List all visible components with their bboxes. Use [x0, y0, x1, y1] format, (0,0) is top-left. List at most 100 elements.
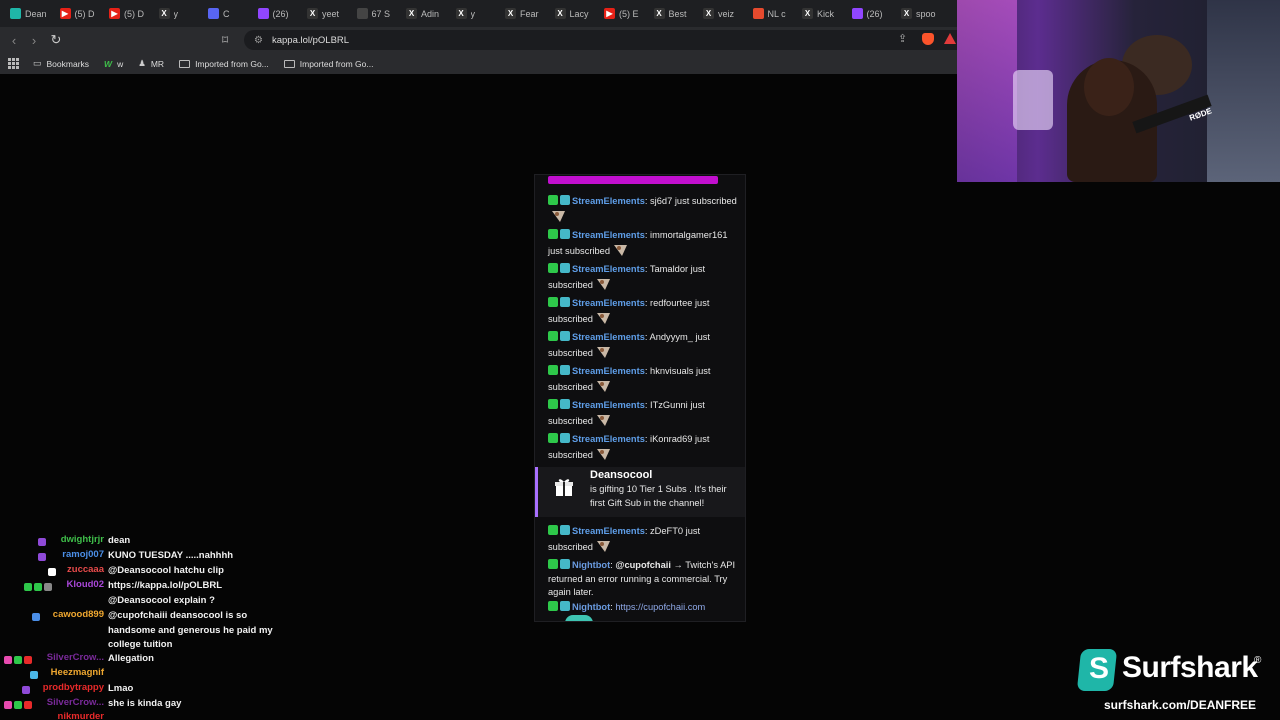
- back-icon[interactable]: ‹: [4, 30, 24, 50]
- bookmark-folder[interactable]: Imported from Go...: [283, 59, 373, 69]
- s-icon: [10, 8, 21, 19]
- browser-tab[interactable]: X Lacy: [551, 3, 601, 25]
- chat-username: ramoj007: [62, 549, 104, 560]
- chat-link[interactable]: https://cupofchaii.com: [615, 602, 705, 612]
- reload-icon[interactable]: ↻: [46, 30, 66, 50]
- chat-username[interactable]: StreamElements: [572, 434, 645, 444]
- browser-tab[interactable]: Xy: [452, 3, 502, 25]
- bookmark-icon[interactable]: ⌑: [222, 33, 228, 47]
- chat-username[interactable]: Nightbot: [572, 560, 610, 570]
- gifter-name[interactable]: Deansocool: [590, 469, 652, 481]
- tab-title: yeet: [322, 8, 340, 19]
- youtube-icon: ▶: [59, 8, 71, 19]
- chat-username[interactable]: StreamElements: [572, 366, 645, 376]
- browser-tab[interactable]: ▶ (5) D: [105, 3, 155, 25]
- chat-username[interactable]: StreamElements: [572, 400, 645, 410]
- chat-mention[interactable]: @cupofchaii: [615, 560, 671, 570]
- chat-username[interactable]: StreamElements: [572, 230, 645, 240]
- browser-tab[interactable]: (26): [848, 3, 898, 25]
- folder-icon: [283, 59, 295, 68]
- chat-username: dwightjrjr: [60, 534, 104, 545]
- browser-tab[interactable]: ▶ (5) E: [600, 3, 650, 25]
- chat-username[interactable]: StreamElements: [572, 526, 645, 536]
- bookmark-item[interactable]: ▭ Bookmarks: [33, 58, 89, 69]
- apps-grid-icon[interactable]: [8, 58, 19, 69]
- chat-username[interactable]: StreamElements: [572, 264, 645, 274]
- discord-icon: [208, 8, 219, 19]
- tab-title: (5) D: [124, 8, 144, 19]
- x-icon: X: [901, 8, 912, 19]
- webcam-lamp: [1013, 70, 1053, 130]
- verified-badge-icon: [548, 601, 558, 611]
- bot-badge-icon: [560, 559, 570, 569]
- chat-username[interactable]: StreamElements: [572, 196, 645, 206]
- youtube-icon: ▶: [109, 8, 120, 19]
- tab-title: 67 S: [371, 8, 391, 19]
- browser-tab[interactable]: X Adin: [402, 3, 452, 25]
- browser-toolbar: ‹ › ↻ ⌑ ⚙ kappa.lol/pOLBRL: [0, 27, 958, 53]
- site-settings-icon[interactable]: ⚙: [254, 35, 263, 46]
- share-icon[interactable]: ⇪: [898, 32, 907, 45]
- chat-text: @Deansocool explain ?: [108, 595, 215, 606]
- bot-badge-icon: [560, 195, 570, 205]
- youtube-icon: ▶: [604, 8, 615, 19]
- browser-tab[interactable]: NL c: [749, 3, 799, 25]
- address-bar[interactable]: ⚙ kappa.lol/pOLBRL: [244, 30, 958, 50]
- bot-badge-icon: [560, 229, 570, 239]
- x-icon: X: [554, 8, 566, 19]
- browser-tab[interactable]: Xveiz: [699, 3, 749, 25]
- tab-title: NL c: [767, 8, 786, 19]
- browser-tab[interactable]: ▶ (5) D: [56, 3, 106, 25]
- x-icon: X: [703, 8, 714, 19]
- chat-text: @Deansocool hatchu clip: [108, 565, 224, 576]
- browser-tab[interactable]: C: [204, 3, 254, 25]
- tab-title: (26): [866, 8, 883, 19]
- verified-badge-icon: [548, 399, 558, 409]
- verified-badge-icon: [548, 195, 558, 205]
- browser-tab[interactable]: X Best: [650, 3, 700, 25]
- brave-shield-icon[interactable]: [922, 33, 934, 45]
- hype-bar: [548, 176, 718, 184]
- brave-rewards-icon[interactable]: [944, 33, 956, 44]
- forward-icon[interactable]: ›: [24, 30, 44, 50]
- bookmark-item[interactable]: ♟ MR: [138, 58, 164, 69]
- chat-message: Nightbot: @cupofchaii → Twitch's API ret…: [548, 559, 736, 598]
- chat-username[interactable]: StreamElements: [572, 332, 645, 342]
- scroll-indicator[interactable]: [565, 615, 593, 621]
- bot-badge-icon: [560, 263, 570, 273]
- twitch-icon: [257, 8, 269, 19]
- chat-username[interactable]: StreamElements: [572, 298, 645, 308]
- browser-tab[interactable]: Xyeet: [303, 3, 353, 25]
- tab-title: Kick: [817, 8, 835, 19]
- sponsor-name: Surfshark: [1122, 651, 1258, 684]
- emote-icon: [614, 244, 628, 256]
- folder-icon: [179, 59, 191, 68]
- browser-tab[interactable]: X Fear: [501, 3, 551, 25]
- tab-title: Dean: [25, 8, 47, 19]
- browser-tab[interactable]: 67 S: [353, 3, 403, 25]
- chat-popup[interactable]: Deansocool is gifting 10 Tier 1 Subs . I…: [534, 174, 746, 622]
- chat-message: StreamElements: zDeFT0 just subscribed: [548, 525, 701, 552]
- browser-tab[interactable]: X Kick: [798, 3, 848, 25]
- browser-tab[interactable]: Xspoo: [897, 3, 947, 25]
- browser-tab[interactable]: Dean: [6, 3, 56, 25]
- chat-username[interactable]: Nightbot: [572, 602, 610, 612]
- bookmark-folder[interactable]: Imported from Go...: [179, 59, 269, 69]
- gift-sub-notice: Deansocool is gifting 10 Tier 1 Subs . I…: [535, 467, 745, 517]
- emote-icon: [596, 448, 610, 460]
- chat-text: https://kappa.lol/pOLBRL: [108, 580, 222, 591]
- bookmarks-bar: ▭ Bookmarks Ww ♟ MR Imported from Go... Im…: [0, 53, 958, 74]
- emote-icon: [596, 278, 610, 290]
- chat-message: Nightbot: https://cupofchaii.com: [548, 601, 740, 615]
- tab-title: y: [173, 8, 179, 19]
- x-icon: X: [455, 8, 467, 19]
- bookmark-item[interactable]: Ww: [104, 59, 123, 69]
- surfshark-logo-letter-icon: S: [1089, 652, 1110, 685]
- emote-icon: [596, 346, 610, 358]
- registered-mark-icon: ®: [1254, 655, 1262, 666]
- browser-tab[interactable]: Xy: [155, 3, 205, 25]
- tab-title: (5) D: [74, 8, 95, 19]
- chat-text: dean: [108, 535, 131, 546]
- x-icon: X: [158, 8, 170, 19]
- browser-tab[interactable]: (26): [254, 3, 304, 25]
